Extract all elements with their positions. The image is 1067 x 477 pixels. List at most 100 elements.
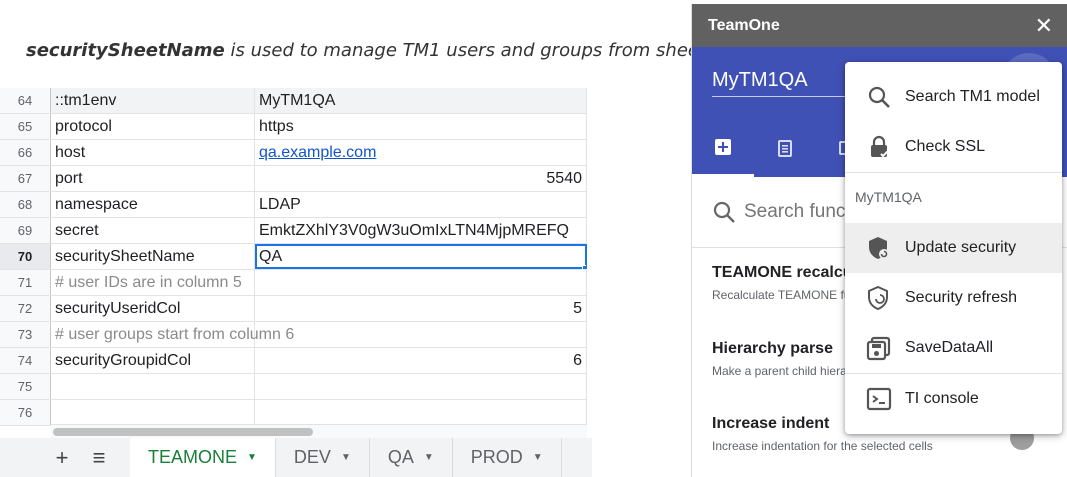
comment-cell[interactable]: # user groups start from column 6 [51, 322, 294, 347]
cell[interactable]: port [51, 166, 255, 191]
cell[interactable] [255, 270, 587, 295]
table-row: 73 # user groups start from column 6 [0, 322, 587, 348]
tab-dev[interactable]: DEV ▼ [276, 438, 370, 477]
caret-down-icon: ▼ [423, 452, 434, 463]
cell[interactable] [255, 400, 587, 425]
menu-item-update-security[interactable]: Update security [845, 223, 1062, 273]
row-number[interactable]: 70 [0, 244, 51, 269]
menu-item-security-refresh[interactable]: Security refresh [845, 273, 1062, 323]
cell[interactable]: 5540 [255, 166, 587, 191]
caret-down-icon: ▼ [247, 452, 257, 463]
selected-cell-value: QA [259, 247, 283, 265]
table-row: 71 # user IDs are in column 5 [0, 270, 587, 296]
tab-prod[interactable]: PROD ▼ [453, 438, 562, 477]
cell[interactable]: securityUseridCol [51, 296, 255, 321]
row-number[interactable]: 73 [0, 322, 51, 347]
menu-section-label: MyTM1QA [855, 189, 922, 205]
environment-name[interactable]: MyTM1QA [712, 69, 808, 92]
menu-item-search-tm1-model[interactable]: Search TM1 model [845, 72, 1062, 122]
menu-item-label: Search TM1 model [905, 88, 1040, 105]
cell[interactable]: MyTM1QA [255, 88, 587, 113]
horizontal-scrollbar[interactable] [51, 424, 587, 438]
host-link[interactable]: qa.example.com [255, 140, 587, 165]
cell[interactable] [51, 400, 255, 425]
menu-item-label: Update security [905, 239, 1017, 256]
search-icon [713, 201, 735, 223]
row-number[interactable]: 67 [0, 166, 51, 191]
table-row: 72 securityUseridCol 5 [0, 296, 587, 322]
function-desc: Increase indentation for the selected ce… [712, 439, 933, 453]
caption-text: is used to manage TM1 users and groups f… [224, 40, 716, 61]
sidebar-titlebar: TeamOne ✕ [692, 4, 1067, 47]
cell[interactable] [51, 374, 255, 399]
shield-refresh-icon [865, 284, 893, 312]
cell[interactable]: securityGroupidCol [51, 348, 255, 373]
sheet-grid: 64 ::tm1env MyTM1QA 65 protocol https 66… [0, 88, 587, 426]
table-row: 70 securitySheetName QA [0, 244, 587, 270]
tab-label: TEAMONE [148, 447, 238, 467]
cell[interactable]: secret [51, 218, 255, 243]
comment-cell[interactable]: # user IDs are in column 5 [51, 270, 255, 295]
tab-label: DEV [293, 447, 331, 467]
row-number[interactable]: 64 [0, 88, 51, 113]
tab-label: QA [387, 447, 414, 467]
menu-item-savedataall[interactable]: SaveDataAll [845, 323, 1062, 373]
menu-item-label: Check SSL [905, 138, 986, 155]
cell[interactable]: host [51, 140, 255, 165]
tab-teamone[interactable]: TEAMONE ▼ [130, 438, 276, 477]
row-number[interactable]: 75 [0, 374, 51, 399]
sidebar-title: TeamOne [708, 16, 780, 34]
row-number[interactable]: 65 [0, 114, 51, 139]
save-icon [865, 334, 893, 362]
row-number[interactable]: 71 [0, 270, 51, 295]
tab-qa[interactable]: QA ▼ [370, 438, 453, 477]
tab-label: PROD [470, 447, 523, 467]
caret-down-icon: ▼ [340, 452, 351, 463]
cell[interactable]: ::tm1env [51, 88, 255, 113]
search-icon [865, 83, 893, 111]
menu-item-label: Security refresh [905, 289, 1018, 306]
scrollbar-thumb[interactable] [53, 428, 313, 436]
cell[interactable]: EmktZXhlY3V0gW3uOmIxLTN4MjpMREFQ [255, 218, 587, 243]
cell[interactable]: protocol [51, 114, 255, 139]
console-icon [865, 385, 893, 413]
selected-cell[interactable]: QA [255, 244, 587, 269]
table-row: 69 secret EmktZXhlY3V0gW3uOmIxLTN4MjpMRE… [0, 218, 587, 244]
close-icon[interactable]: ✕ [1035, 13, 1053, 39]
table-row: 64 ::tm1env MyTM1QA [0, 88, 587, 114]
cell[interactable]: https [255, 114, 587, 139]
table-row: 65 protocol https [0, 114, 587, 140]
cell[interactable]: 5 [255, 296, 587, 321]
table-row: 68 namespace LDAP [0, 192, 587, 218]
cell[interactable] [255, 322, 587, 347]
row-number[interactable]: 69 [0, 218, 51, 243]
spreadsheet: 64 ::tm1env MyTM1QA 65 protocol https 66… [0, 88, 592, 477]
cell[interactable]: namespace [51, 192, 255, 217]
table-row: 74 securityGroupidCol 6 [0, 348, 587, 374]
all-sheets-icon[interactable]: ≡ [80, 438, 118, 477]
tab-clipboard[interactable] [754, 119, 816, 177]
row-number[interactable]: 68 [0, 192, 51, 217]
shield-sync-icon [865, 234, 893, 262]
tab-functions[interactable] [692, 119, 754, 177]
menu-item-check-ssl[interactable]: Check SSL [845, 122, 1062, 172]
cell[interactable]: LDAP [255, 192, 587, 217]
menu-item-ti-console[interactable]: TI console [845, 374, 1062, 424]
sheet-tab-bar: + ≡ TEAMONE ▼ DEV ▼ QA ▼ PROD ▼ [0, 438, 592, 477]
row-number[interactable]: 74 [0, 348, 51, 373]
add-sheet-icon[interactable]: + [44, 438, 80, 477]
cell[interactable]: securitySheetName [51, 244, 255, 269]
lock-check-icon [865, 133, 893, 161]
clipboard-icon [778, 140, 792, 157]
row-number[interactable]: 66 [0, 140, 51, 165]
table-row: 67 port 5540 [0, 166, 587, 192]
actions-menu: Search TM1 model Check SSL MyTM1QA Updat… [845, 62, 1062, 434]
table-row: 75 [0, 374, 587, 400]
fill-handle[interactable] [582, 265, 586, 269]
table-plus-icon [715, 138, 731, 155]
row-number[interactable]: 72 [0, 296, 51, 321]
table-row: 76 [0, 400, 587, 426]
row-number[interactable]: 76 [0, 400, 51, 425]
cell[interactable] [255, 374, 587, 399]
cell[interactable]: 6 [255, 348, 587, 373]
